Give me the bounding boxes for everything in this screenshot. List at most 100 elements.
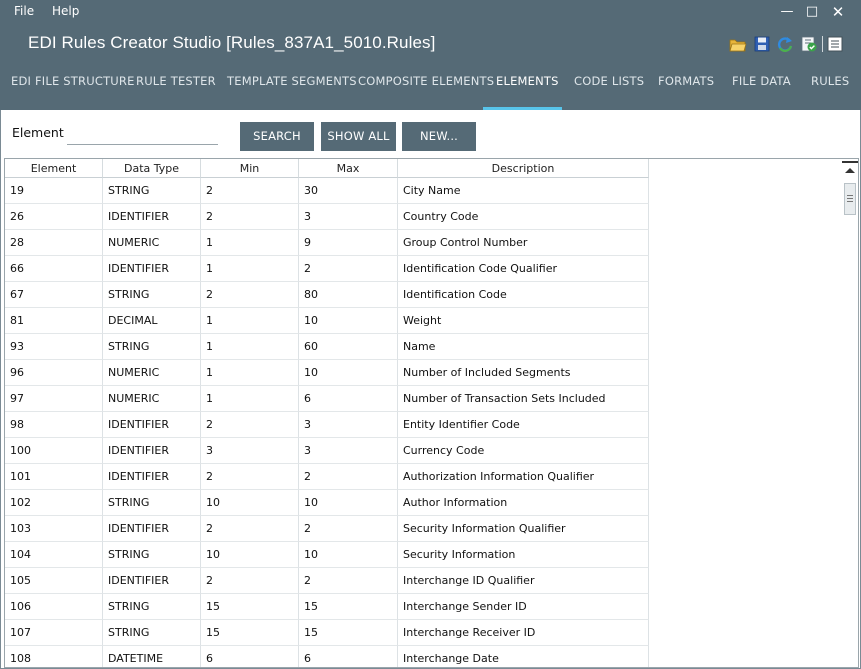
- column-header-min[interactable]: Min: [201, 159, 299, 178]
- cell-element: 81: [5, 308, 103, 334]
- cell-data-type: IDENTIFIER: [103, 438, 201, 464]
- column-header-max[interactable]: Max: [299, 159, 398, 178]
- element-search-input[interactable]: [67, 123, 218, 145]
- cell-description: Entity Identifier Code: [398, 412, 649, 438]
- scroll-up-icon[interactable]: [845, 168, 855, 173]
- cell-data-type: IDENTIFIER: [103, 464, 201, 490]
- tab-template-segments[interactable]: TEMPLATE SEGMENTS: [227, 74, 357, 88]
- scrollbar-thumb[interactable]: [844, 183, 856, 215]
- cell-min: 1: [201, 360, 299, 386]
- cell-max: 3: [299, 438, 398, 464]
- cell-description: Identification Code Qualifier: [398, 256, 649, 282]
- table-row[interactable]: 97 NUMERIC 1 6 Number of Transaction Sets In…: [5, 386, 649, 412]
- tab-file-data[interactable]: FILE DATA: [732, 74, 791, 88]
- vertical-scrollbar[interactable]: [842, 159, 858, 667]
- cell-data-type: NUMERIC: [103, 386, 201, 412]
- cell-data-type: IDENTIFIER: [103, 568, 201, 594]
- cell-data-type: IDENTIFIER: [103, 412, 201, 438]
- cell-min: 15: [201, 594, 299, 620]
- tab-edi-file-structure[interactable]: EDI FILE STRUCTURE: [11, 74, 135, 88]
- cell-min: 2: [201, 412, 299, 438]
- table-row[interactable]: 26 IDENTIFIER 2 3 Country Code: [5, 204, 649, 230]
- refresh-icon[interactable]: [776, 35, 794, 53]
- cell-element: 26: [5, 204, 103, 230]
- cell-min: 2: [201, 568, 299, 594]
- show-all-button[interactable]: SHOW ALL: [321, 122, 396, 151]
- notes-icon[interactable]: [826, 35, 844, 53]
- table-row[interactable]: 81 DECIMAL 1 10 Weight: [5, 308, 649, 334]
- element-filter-label: Element: [12, 125, 64, 140]
- table-row[interactable]: 104 STRING 10 10 Security Information: [5, 542, 649, 568]
- cell-min: 2: [201, 204, 299, 230]
- tab-elements[interactable]: ELEMENTS: [496, 74, 559, 88]
- cell-element: 107: [5, 620, 103, 646]
- close-icon[interactable]: ✕: [829, 3, 847, 21]
- cell-min: 2: [201, 464, 299, 490]
- cell-data-type: IDENTIFIER: [103, 204, 201, 230]
- table-row[interactable]: 103 IDENTIFIER 2 2 Security Information Qual…: [5, 516, 649, 542]
- table-row[interactable]: 105 IDENTIFIER 2 2 Interchange ID Qualifier: [5, 568, 649, 594]
- cell-description: Security Information Qualifier: [398, 516, 649, 542]
- tab-composite-elements[interactable]: COMPOSITE ELEMENTS: [358, 74, 494, 88]
- cell-data-type: STRING: [103, 490, 201, 516]
- table-row[interactable]: 67 STRING 2 80 Identification Code: [5, 282, 649, 308]
- cell-element: 28: [5, 230, 103, 256]
- cell-element: 67: [5, 282, 103, 308]
- table-row[interactable]: 28 NUMERIC 1 9 Group Control Number: [5, 230, 649, 256]
- cell-description: Currency Code: [398, 438, 649, 464]
- cell-max: 3: [299, 412, 398, 438]
- search-button[interactable]: SEARCH: [240, 122, 314, 151]
- table-row[interactable]: 102 STRING 10 10 Author Information: [5, 490, 649, 516]
- menu-help[interactable]: Help: [52, 4, 79, 18]
- tab-rules[interactable]: RULES: [811, 74, 849, 88]
- table-row[interactable]: 106 STRING 15 15 Interchange Sender ID: [5, 594, 649, 620]
- column-header-description[interactable]: Description: [398, 159, 649, 178]
- cell-element: 104: [5, 542, 103, 568]
- menu-file[interactable]: File: [14, 4, 34, 18]
- tab-bar: EDI FILE STRUCTURE RULE TESTER TEMPLATE …: [0, 66, 861, 110]
- cell-description: Group Control Number: [398, 230, 649, 256]
- cell-min: 1: [201, 386, 299, 412]
- minimize-icon[interactable]: —: [778, 3, 796, 21]
- cell-max: 2: [299, 568, 398, 594]
- folder-open-icon[interactable]: [729, 35, 747, 53]
- cell-max: 9: [299, 230, 398, 256]
- table-row[interactable]: 66 IDENTIFIER 1 2 Identification Code Qualif…: [5, 256, 649, 282]
- maximize-icon[interactable]: □: [803, 3, 821, 21]
- new-element-button[interactable]: NEW...: [402, 122, 476, 151]
- table-row[interactable]: 100 IDENTIFIER 3 3 Currency Code: [5, 438, 649, 464]
- cell-max: 10: [299, 308, 398, 334]
- tab-rule-tester[interactable]: RULE TESTER: [136, 74, 216, 88]
- tab-code-lists[interactable]: CODE LISTS: [574, 74, 644, 88]
- cell-max: 15: [299, 620, 398, 646]
- save-icon[interactable]: [753, 35, 771, 53]
- cell-data-type: STRING: [103, 178, 201, 204]
- cell-element: 101: [5, 464, 103, 490]
- elements-panel: Element SEARCH SHOW ALL NEW... Element D…: [0, 110, 861, 669]
- cell-element: 108: [5, 646, 103, 667]
- cell-description: Interchange Sender ID: [398, 594, 649, 620]
- cell-data-type: IDENTIFIER: [103, 256, 201, 282]
- cell-min: 15: [201, 620, 299, 646]
- cell-description: Country Code: [398, 204, 649, 230]
- cell-element: 100: [5, 438, 103, 464]
- table-row[interactable]: 98 IDENTIFIER 2 3 Entity Identifier Code: [5, 412, 649, 438]
- cell-max: 30: [299, 178, 398, 204]
- table-row[interactable]: 108 DATETIME 6 6 Interchange Date: [5, 646, 649, 667]
- cell-min: 6: [201, 646, 299, 667]
- table-row[interactable]: 101 IDENTIFIER 2 2 Authorization Information…: [5, 464, 649, 490]
- cell-element: 97: [5, 386, 103, 412]
- column-header-data-type[interactable]: Data Type: [103, 159, 201, 178]
- cell-min: 1: [201, 308, 299, 334]
- app-title: EDI Rules Creator Studio [Rules_837A1_50…: [28, 33, 436, 52]
- table-header: Element Data Type Min Max Description: [5, 159, 649, 178]
- validate-icon[interactable]: [800, 35, 818, 53]
- table-row[interactable]: 96 NUMERIC 1 10 Number of Included Segments: [5, 360, 649, 386]
- table-row[interactable]: 107 STRING 15 15 Interchange Receiver ID: [5, 620, 649, 646]
- table-row[interactable]: 93 STRING 1 60 Name: [5, 334, 649, 360]
- table-row[interactable]: 19 STRING 2 30 City Name: [5, 178, 649, 204]
- tab-formats[interactable]: FORMATS: [658, 74, 714, 88]
- cell-element: 103: [5, 516, 103, 542]
- cell-element: 19: [5, 178, 103, 204]
- column-header-element[interactable]: Element: [5, 159, 103, 178]
